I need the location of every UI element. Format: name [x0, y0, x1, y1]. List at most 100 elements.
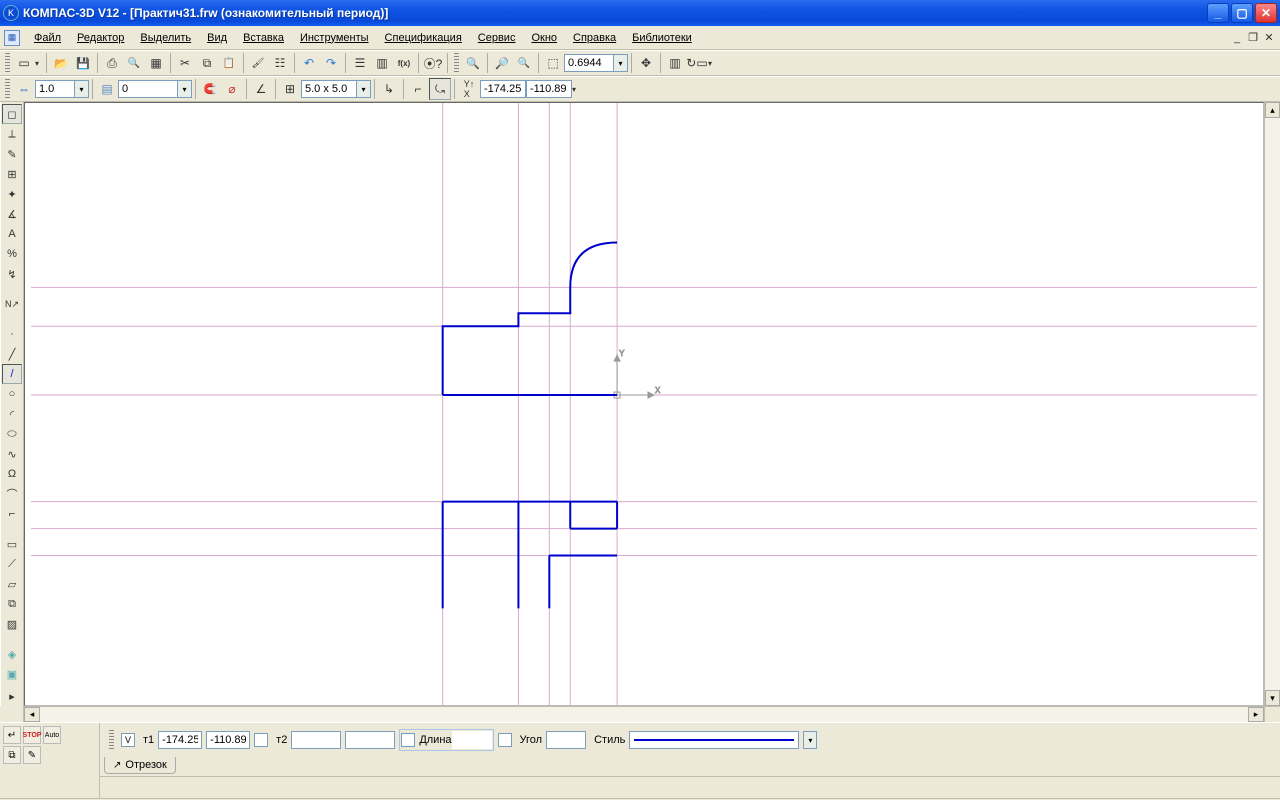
menu-view[interactable]: Вид — [199, 29, 235, 47]
zoom-out-button[interactable] — [513, 52, 535, 74]
contour-tool-button[interactable]: ▱ — [2, 574, 22, 594]
arc-tool-button[interactable]: ◜ — [2, 404, 22, 424]
redo-button[interactable] — [320, 52, 342, 74]
erase-snap-button[interactable]: ⌀ — [221, 78, 243, 100]
scroll-down-button[interactable]: ▾ — [1265, 690, 1280, 706]
ortho-button[interactable] — [407, 78, 429, 100]
grid-input[interactable] — [301, 80, 357, 98]
zoom-in-button[interactable] — [491, 52, 513, 74]
scroll-right-button[interactable]: ▸ — [1248, 707, 1264, 722]
drawing-canvas[interactable]: X Y — [24, 102, 1264, 706]
polyline-tool-button[interactable]: ⟋ — [2, 554, 22, 574]
library-button[interactable]: ▥ — [371, 52, 393, 74]
layer-input[interactable] — [118, 80, 178, 98]
manager-button[interactable]: ☰ — [349, 52, 371, 74]
rect-tool-button[interactable]: ▭ — [2, 534, 22, 554]
assoc-tool-button[interactable]: ◈ — [2, 644, 22, 664]
stop-button[interactable]: STOP — [23, 726, 41, 744]
angle-snap-button[interactable]: ∠ — [250, 78, 272, 100]
grip-icon[interactable] — [5, 79, 10, 99]
local-cs-button[interactable]: ↳ — [378, 78, 400, 100]
mdi-close-button[interactable]: ✕ — [1262, 31, 1276, 45]
variables-button[interactable] — [393, 52, 415, 74]
menu-libs[interactable]: Библиотеки — [624, 29, 700, 47]
cut-button[interactable] — [174, 52, 196, 74]
horizontal-scrollbar[interactable]: ◂ ▸ — [24, 706, 1264, 722]
hatch-tool-button[interactable]: ▨ — [2, 614, 22, 634]
chevron-down-icon[interactable]: ▾ — [614, 54, 628, 72]
params-panel-button[interactable]: ∡ — [2, 204, 22, 224]
equidistant-tool-button[interactable]: ⧉ — [2, 594, 22, 614]
t1-lock-checkbox[interactable]: V — [121, 733, 135, 747]
properties-button[interactable] — [269, 52, 291, 74]
minimize-button[interactable]: _ — [1207, 3, 1229, 23]
aux-line-tool-button[interactable]: ╱ — [2, 344, 22, 364]
help-context-button[interactable]: ⦿? — [422, 52, 444, 74]
zoom-fit-button[interactable] — [462, 52, 484, 74]
menu-spec[interactable]: Спецификация — [377, 29, 470, 47]
segment-tool-button[interactable]: / — [2, 364, 22, 384]
step-button[interactable]: ⇔ — [13, 78, 35, 100]
style-preview[interactable] — [629, 731, 799, 749]
pan-button[interactable] — [635, 52, 657, 74]
text-panel-button[interactable]: A — [2, 224, 22, 244]
angle-lock-checkbox[interactable] — [498, 733, 512, 747]
zoom-window-button[interactable]: ⬚ — [542, 52, 564, 74]
fillet-tool-button[interactable]: ⌒ — [2, 484, 22, 504]
chevron-down-icon[interactable]: ▾ — [357, 80, 371, 98]
menu-window[interactable]: Окно — [523, 29, 565, 47]
menu-select[interactable]: Выделить — [132, 29, 199, 47]
print-preview-button[interactable] — [123, 52, 145, 74]
copy-button[interactable] — [196, 52, 218, 74]
t1-x-input[interactable] — [158, 731, 202, 749]
t2-x-input[interactable] — [291, 731, 341, 749]
scroll-up-button[interactable]: ▴ — [1265, 102, 1280, 118]
new-button[interactable] — [13, 52, 35, 74]
auto-button[interactable]: Auto — [43, 726, 61, 744]
grip-icon[interactable] — [454, 53, 459, 73]
maximize-button[interactable]: ▢ — [1231, 3, 1253, 23]
dimensions-panel-button[interactable]: ⟂ — [2, 124, 22, 144]
menu-insert[interactable]: Вставка — [235, 29, 292, 47]
segment-tab[interactable]: ↗ Отрезок — [104, 757, 176, 774]
construct-panel-button[interactable]: ⊞ — [2, 164, 22, 184]
menu-help[interactable]: Справка — [565, 29, 624, 47]
mdi-minimize-button[interactable]: _ — [1230, 31, 1244, 45]
grid-button[interactable] — [279, 78, 301, 100]
menu-tools[interactable]: Инструменты — [292, 29, 377, 47]
nav-panel-button[interactable]: N↗ — [2, 294, 22, 314]
misc-panel-button[interactable]: ↯ — [2, 264, 22, 284]
layer-combo[interactable]: ▾ — [118, 80, 192, 98]
style-dropdown-button[interactable]: ▾ — [803, 731, 817, 749]
print-layout-button[interactable]: ▦ — [145, 52, 167, 74]
coord-dropdown[interactable]: ▾ — [572, 85, 580, 94]
ellipse-tool-button[interactable]: ⬭ — [2, 424, 22, 444]
length-lock-checkbox[interactable] — [401, 733, 415, 747]
snap-button[interactable] — [199, 78, 221, 100]
circle-tool-button[interactable]: ○ — [2, 384, 22, 404]
enter-button[interactable]: ↵ — [3, 726, 21, 744]
geometry-panel-button[interactable]: ◻ — [2, 104, 22, 124]
rough-panel-button[interactable]: % — [2, 244, 22, 264]
save-button[interactable] — [72, 52, 94, 74]
menu-service[interactable]: Сервис — [470, 29, 524, 47]
chamfer-tool-button[interactable]: ⌐ — [2, 504, 22, 524]
grip-icon[interactable] — [109, 730, 114, 750]
paste-button[interactable] — [218, 52, 240, 74]
zoom-input[interactable] — [564, 54, 614, 72]
round-button[interactable]: ⤿ — [429, 78, 451, 100]
vertical-scrollbar[interactable]: ▴ ▾ — [1264, 102, 1280, 706]
open-button[interactable] — [50, 52, 72, 74]
print-button[interactable] — [101, 52, 123, 74]
t2-lock-checkbox[interactable] — [254, 733, 268, 747]
new-dropdown[interactable]: ▾ — [35, 59, 43, 68]
bezier-tool-button[interactable]: Ω — [2, 464, 22, 484]
edit-panel-button[interactable]: ✦ — [2, 184, 22, 204]
point-tool-button[interactable]: · — [2, 324, 22, 344]
notations-panel-button[interactable]: ✎ — [2, 144, 22, 164]
length-input[interactable] — [452, 731, 492, 749]
orient-button[interactable]: ▥ — [664, 52, 686, 74]
close-button[interactable]: ✕ — [1255, 3, 1277, 23]
step-input[interactable] — [35, 80, 75, 98]
refresh-button[interactable]: ↻▭ — [686, 52, 708, 74]
